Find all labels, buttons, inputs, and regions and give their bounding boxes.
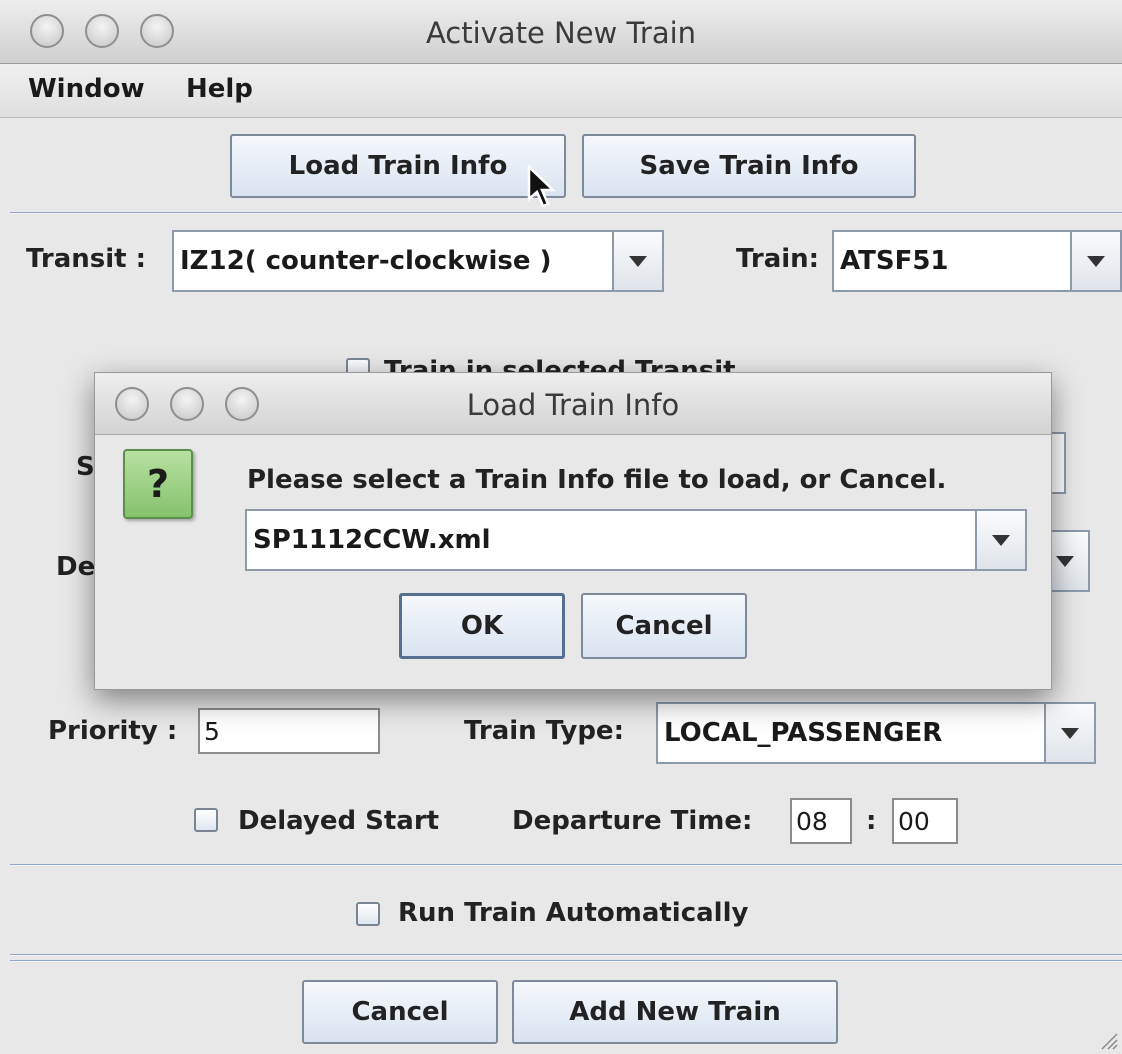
auto-run-label: Run Train Automatically: [398, 898, 749, 928]
transit-label: Transit :: [26, 244, 147, 274]
cancel-button[interactable]: Cancel: [302, 980, 498, 1044]
dialog-cancel-button[interactable]: Cancel: [581, 593, 747, 659]
save-train-info-button[interactable]: Save Train Info: [582, 134, 916, 198]
train-type-label: Train Type:: [464, 716, 624, 746]
window-titlebar: Activate New Train: [0, 0, 1122, 64]
transit-value: IZ12( counter-clockwise ): [180, 246, 552, 276]
departure-minute-input[interactable]: 00: [892, 798, 958, 844]
dialog-titlebar: Load Train Info: [95, 373, 1051, 435]
departure-separator: :: [866, 806, 877, 836]
train-combo[interactable]: ATSF51: [832, 230, 1122, 292]
train-info-file-combo[interactable]: SP1112CCW.xml: [245, 509, 1027, 571]
ok-button[interactable]: OK: [399, 593, 565, 659]
auto-run-checkbox[interactable]: [356, 902, 380, 926]
dialog-message: Please select a Train Info file to load,…: [247, 465, 947, 495]
chevron-down-icon[interactable]: [612, 232, 662, 290]
departure-time-label: Departure Time:: [512, 806, 753, 836]
separator: [10, 960, 1122, 962]
train-info-file-value: SP1112CCW.xml: [253, 525, 491, 555]
priority-input[interactable]: 5: [198, 708, 380, 754]
chevron-down-icon[interactable]: [975, 511, 1025, 569]
load-train-info-dialog: Load Train Info ? Please select a Train …: [94, 372, 1052, 690]
train-label: Train:: [736, 244, 820, 274]
window-title: Activate New Train: [425, 16, 697, 50]
delayed-start-label: Delayed Start: [238, 806, 440, 836]
train-type-combo[interactable]: LOCAL_PASSENGER: [656, 702, 1096, 764]
transit-combo[interactable]: IZ12( counter-clockwise ): [172, 230, 664, 292]
delayed-start-checkbox[interactable]: [194, 808, 218, 832]
menu-window[interactable]: Window: [28, 74, 145, 104]
dialog-title: Load Train Info: [466, 388, 680, 422]
separator: [10, 212, 1122, 214]
resize-grip-icon[interactable]: [1100, 1032, 1118, 1050]
separator: [10, 954, 1122, 956]
start-label: S: [76, 452, 95, 482]
menubar: [0, 64, 1122, 118]
load-train-info-button[interactable]: Load Train Info: [230, 134, 566, 198]
destination-label: De: [56, 552, 96, 582]
train-value: ATSF51: [840, 246, 949, 276]
mouse-cursor-icon: [527, 165, 557, 208]
departure-hour-input[interactable]: 08: [790, 798, 852, 844]
priority-label: Priority :: [48, 716, 178, 746]
separator: [10, 864, 1122, 866]
question-icon: ?: [123, 449, 193, 519]
add-new-train-button[interactable]: Add New Train: [512, 980, 838, 1044]
chevron-down-icon[interactable]: [1070, 232, 1120, 290]
menu-help[interactable]: Help: [186, 74, 253, 104]
chevron-down-icon[interactable]: [1044, 704, 1094, 762]
train-type-value: LOCAL_PASSENGER: [664, 718, 943, 748]
